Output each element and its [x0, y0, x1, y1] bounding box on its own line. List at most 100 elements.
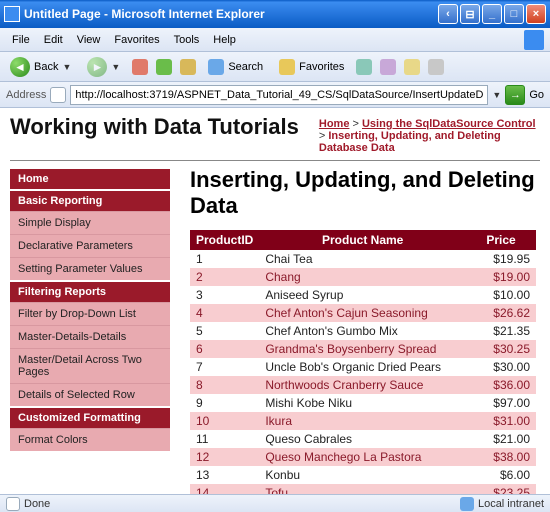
cell-name: Aniseed Syrup — [259, 286, 466, 304]
window-title: Untitled Page - Microsoft Internet Explo… — [24, 7, 438, 21]
col-price: Price — [466, 230, 536, 250]
cell-price: $21.00 — [466, 430, 536, 448]
sidebar-category[interactable]: Customized Formatting — [10, 408, 170, 428]
cell-price: $10.00 — [466, 286, 536, 304]
table-row: 10Ikura$31.00 — [190, 412, 536, 430]
cell-name: Queso Cabrales — [259, 430, 466, 448]
cell-id: 6 — [190, 340, 259, 358]
menu-file[interactable]: File — [6, 32, 36, 48]
table-row: 14Tofu$23.25 — [190, 484, 536, 494]
cell-name: Chef Anton's Cajun Seasoning — [259, 304, 466, 322]
table-row: 13Konbu$6.00 — [190, 466, 536, 484]
forward-button[interactable]: ► ▼ — [83, 55, 124, 79]
cell-name: Konbu — [259, 466, 466, 484]
cell-name: Tofu — [259, 484, 466, 494]
cell-id: 3 — [190, 286, 259, 304]
sidebar-item[interactable]: Format Colors — [10, 428, 170, 451]
sidebar-item[interactable]: Declarative Parameters — [10, 234, 170, 257]
cell-price: $30.25 — [466, 340, 536, 358]
cell-price: $19.95 — [466, 250, 536, 268]
stop-icon[interactable] — [132, 59, 148, 75]
address-bar: Address ▼ → Go — [0, 82, 550, 108]
favorites-button[interactable]: Favorites — [275, 57, 348, 77]
extra-button-1[interactable]: ‹ — [438, 4, 458, 24]
cell-id: 10 — [190, 412, 259, 430]
cell-name: Uncle Bob's Organic Dried Pears — [259, 358, 466, 376]
sidebar-item[interactable]: Master/Detail Across Two Pages — [10, 348, 170, 383]
table-row: 5Chef Anton's Gumbo Mix$21.35 — [190, 322, 536, 340]
menu-bar: File Edit View Favorites Tools Help — [0, 28, 550, 52]
cell-id: 13 — [190, 466, 259, 484]
refresh-icon[interactable] — [156, 59, 172, 75]
table-row: 7Uncle Bob's Organic Dried Pears$30.00 — [190, 358, 536, 376]
menu-view[interactable]: View — [71, 32, 107, 48]
cell-name: Queso Manchego La Pastora — [259, 448, 466, 466]
cell-id: 5 — [190, 322, 259, 340]
cell-id: 1 — [190, 250, 259, 268]
menu-tools[interactable]: Tools — [168, 32, 206, 48]
table-row: 1Chai Tea$19.95 — [190, 250, 536, 268]
sidebar-item[interactable]: Simple Display — [10, 211, 170, 234]
sidebar-category[interactable]: Filtering Reports — [10, 282, 170, 302]
sidebar-category[interactable]: Basic Reporting — [10, 191, 170, 211]
cell-name: Grandma's Boysenberry Spread — [259, 340, 466, 358]
chevron-down-icon: ▼ — [111, 62, 120, 72]
home-icon[interactable] — [180, 59, 196, 75]
maximize-button[interactable]: □ — [504, 4, 524, 24]
address-label: Address — [6, 89, 46, 101]
go-label: Go — [529, 89, 544, 101]
back-icon: ◄ — [10, 57, 30, 77]
back-button[interactable]: ◄ Back ▼ — [6, 55, 75, 79]
table-row: 11Queso Cabrales$21.00 — [190, 430, 536, 448]
cell-id: 14 — [190, 484, 259, 494]
page-heading: Inserting, Updating, and Deleting Data — [190, 167, 536, 220]
close-button[interactable]: × — [526, 4, 546, 24]
cell-name: Chef Anton's Gumbo Mix — [259, 322, 466, 340]
col-productname: Product Name — [259, 230, 466, 250]
sidebar-item[interactable]: Setting Parameter Values — [10, 257, 170, 280]
status-bar: Done Local intranet — [0, 494, 550, 512]
cell-price: $36.00 — [466, 376, 536, 394]
cell-name: Ikura — [259, 412, 466, 430]
cell-price: $23.25 — [466, 484, 536, 494]
breadcrumb-home[interactable]: Home — [319, 118, 350, 130]
print-icon[interactable] — [428, 59, 444, 75]
breadcrumb-section[interactable]: Using the SqlDataSource Control — [362, 118, 536, 130]
minimize-button[interactable]: _ — [482, 4, 502, 24]
mail-icon[interactable] — [404, 59, 420, 75]
media-icon[interactable] — [356, 59, 372, 75]
sidebar-category[interactable]: Home — [10, 169, 170, 189]
search-icon — [208, 59, 224, 75]
table-row: 12Queso Manchego La Pastora$38.00 — [190, 448, 536, 466]
sidebar-item[interactable]: Details of Selected Row — [10, 383, 170, 406]
sidebar-item[interactable]: Filter by Drop-Down List — [10, 302, 170, 325]
extra-button-2[interactable]: ⊟ — [460, 4, 480, 24]
chevron-down-icon[interactable]: ▼ — [492, 90, 501, 100]
table-row: 8Northwoods Cranberry Sauce$36.00 — [190, 376, 536, 394]
ie-logo-icon — [524, 30, 544, 50]
cell-price: $31.00 — [466, 412, 536, 430]
cell-name: Mishi Kobe Niku — [259, 394, 466, 412]
divider — [10, 160, 540, 161]
history-icon[interactable] — [380, 59, 396, 75]
table-row: 2Chang$19.00 — [190, 268, 536, 286]
menu-help[interactable]: Help — [207, 32, 242, 48]
chevron-down-icon: ▼ — [62, 62, 71, 72]
toolbar: ◄ Back ▼ ► ▼ Search Favorites — [0, 52, 550, 82]
menu-edit[interactable]: Edit — [38, 32, 69, 48]
cell-id: 4 — [190, 304, 259, 322]
sidebar-item[interactable]: Master-Details-Details — [10, 325, 170, 348]
zone-text: Local intranet — [478, 498, 544, 510]
forward-icon: ► — [87, 57, 107, 77]
cell-name: Chai Tea — [259, 250, 466, 268]
address-input[interactable] — [70, 85, 488, 105]
cell-id: 8 — [190, 376, 259, 394]
table-row: 6Grandma's Boysenberry Spread$30.25 — [190, 340, 536, 358]
search-button[interactable]: Search — [204, 57, 267, 77]
ie-icon — [4, 6, 20, 22]
go-button[interactable]: → — [505, 85, 525, 105]
cell-price: $30.00 — [466, 358, 536, 376]
breadcrumb: Home > Using the SqlDataSource Control >… — [319, 118, 540, 154]
cell-price: $97.00 — [466, 394, 536, 412]
menu-favorites[interactable]: Favorites — [108, 32, 165, 48]
